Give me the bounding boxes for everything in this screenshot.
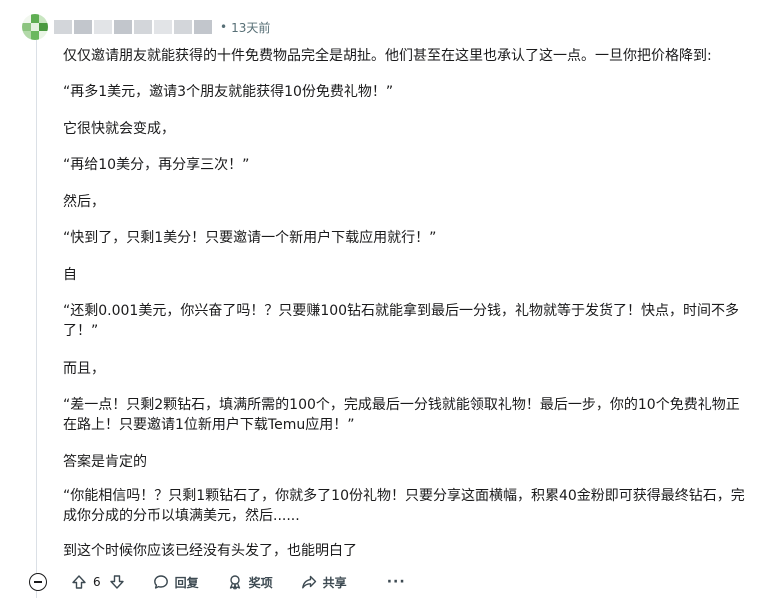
comment-paragraph: “再给10美分，再分享三次！” — [63, 157, 250, 173]
comment-header: • 13天前 — [22, 14, 270, 40]
vote-group: 6 — [71, 574, 125, 590]
thread-line[interactable] — [36, 40, 37, 598]
comment-action-bar: 6 回复 奖项 共享 ··· — [22, 570, 406, 594]
downvote-icon[interactable] — [109, 574, 125, 590]
comment-paragraph: 仅仅邀请朋友就能获得的十件免费物品完全是胡扯。他们甚至在这里也承认了这一点。一旦… — [63, 48, 712, 64]
avatar[interactable] — [22, 14, 48, 40]
comment-page: • 13天前 仅仅邀请朋友就能获得的十件免费物品完全是胡扯。他们甚至在这里也承认… — [0, 0, 764, 598]
share-arrow-icon — [301, 575, 316, 589]
award-button[interactable]: 奖项 — [227, 574, 273, 591]
reply-label: 回复 — [174, 575, 199, 590]
comment-paragraph: 到这个时候你应该已经没有头发了，也能明白了 — [63, 543, 357, 559]
comment-paragraph: 答案是肯定的 — [63, 454, 147, 470]
award-label: 奖项 — [248, 575, 273, 590]
comment-paragraph: “再多1美元，邀请3个朋友就能获得10份免费礼物！” — [63, 84, 394, 100]
username-redacted[interactable] — [54, 20, 212, 34]
vote-count: 6 — [93, 575, 101, 589]
comment-bubble-icon — [153, 575, 168, 589]
comment-paragraph: “还剩0.001美元，你兴奋了吗！？只要赚100钻石就能拿到最后一分钱，礼物就等… — [63, 303, 740, 339]
reply-button[interactable]: 回复 — [153, 574, 199, 591]
more-options-button[interactable]: ··· — [387, 574, 406, 590]
upvote-icon[interactable] — [71, 574, 87, 590]
award-icon — [229, 575, 240, 590]
meta-separator: • — [220, 20, 228, 34]
minus-icon — [34, 581, 42, 583]
comment-paragraph: 而且， — [63, 361, 105, 377]
comment-paragraph: “快到了，只剩1美分！只要邀请一个新用户下载应用就行！” — [63, 230, 437, 246]
comment-paragraph: 它很快就会变成， — [63, 121, 175, 137]
share-label: 共享 — [322, 575, 347, 590]
share-button[interactable]: 共享 — [301, 574, 347, 591]
collapse-thread-button[interactable] — [29, 573, 47, 591]
comment-paragraph: 自 — [63, 267, 77, 283]
comment-timestamp[interactable]: 13天前 — [231, 19, 270, 36]
comment-paragraph: “差一点！只剩2颗钻石，填满所需的100个，完成最后一分钱就能领取礼物！最后一步… — [63, 397, 740, 433]
comment-paragraph: 然后， — [63, 194, 105, 210]
comment-paragraph: “你能相信吗！？只剩1颗钻石了，你就多了10份礼物！只要分享这面横幅，积累40金… — [63, 488, 745, 524]
